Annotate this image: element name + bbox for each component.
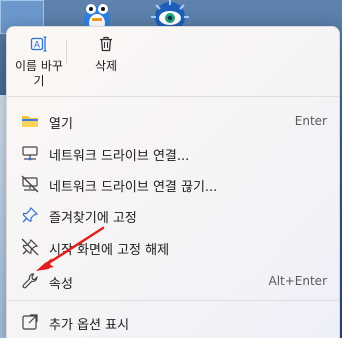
rename-label: 이름 바꾸기	[15, 59, 63, 88]
network-drive-icon	[22, 146, 38, 161]
menu-item-label: 네트워크 드라이브 연결...	[49, 149, 190, 164]
svg-text:A: A	[34, 41, 41, 51]
rename-icon: A	[30, 36, 47, 52]
menu-item-disconnect-network-drive[interactable]: 네트워크 드라이브 연결 끊기...	[7, 169, 339, 199]
menu-item-label: 속성	[49, 277, 73, 292]
menu-item-label: 네트워크 드라이브 연결 끊기...	[49, 180, 218, 195]
menu-item-open[interactable]: 열기 Enter	[7, 106, 339, 136]
delete-label: 삭제	[94, 59, 118, 73]
menu-item-label: 추가 옵션 표시	[49, 318, 130, 333]
folder-icon	[22, 116, 38, 127]
context-menu: A 이름 바꾸기 삭제 열기 Enter 네트워크 드라이브 연결... 네트워…	[6, 26, 340, 338]
unpin-icon	[21, 238, 39, 256]
wrench-icon	[22, 273, 38, 289]
pin-icon	[22, 207, 39, 223]
more-options-icon	[22, 314, 38, 330]
menu-item-pin-to-favorites[interactable]: 즐겨찾기에 고정	[7, 200, 339, 230]
menu-item-properties[interactable]: 속성 Alt+Enter	[7, 266, 339, 296]
divider	[7, 300, 339, 301]
top-actions-separator	[66, 41, 67, 63]
menu-item-map-network-drive[interactable]: 네트워크 드라이브 연결...	[7, 138, 339, 168]
menu-item-label: 시작 화면에 고정 해제	[49, 243, 170, 258]
rename-button[interactable]: A 이름 바꾸기	[11, 35, 67, 89]
shortcut-text: Alt+Enter	[268, 274, 327, 288]
menu-item-unpin-from-start[interactable]: 시작 화면에 고정 해제	[7, 232, 339, 262]
divider	[7, 96, 339, 97]
menu-item-show-more-options[interactable]: 추가 옵션 표시	[7, 307, 339, 337]
delete-button[interactable]: 삭제	[79, 35, 133, 74]
shortcut-text: Enter	[294, 114, 327, 128]
menu-item-label: 즐겨찾기에 고정	[49, 211, 137, 226]
menu-item-label: 열기	[49, 117, 73, 132]
trash-icon	[100, 36, 112, 52]
network-drive-disconnect-icon	[21, 175, 39, 193]
